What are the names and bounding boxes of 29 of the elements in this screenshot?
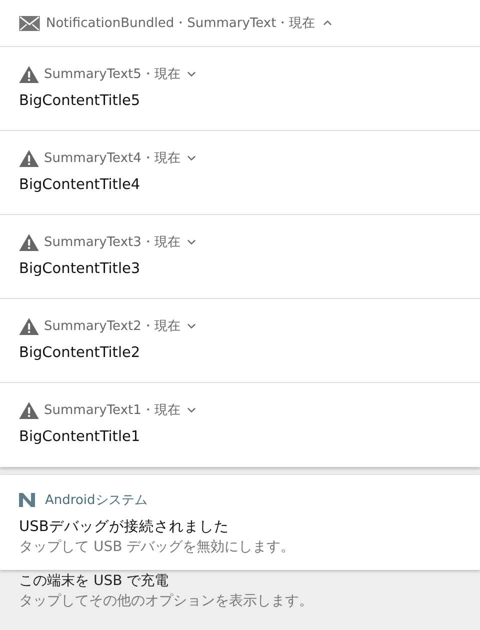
group-header: NotificationBundled・SummaryText・現在 — [46, 15, 316, 32]
app-name: Androidシステム — [45, 492, 148, 509]
notification-title: この端末を USB で充電 — [19, 572, 170, 590]
notification-summary: SummaryText5・現在 — [44, 66, 180, 83]
chevron-icon[interactable] — [323, 20, 332, 26]
notification-text: タップしてその他のオプションを表示します。 — [19, 592, 314, 610]
notification-title: BigContentTitle2 — [19, 345, 142, 361]
notification-title: BigContentTitle4 — [19, 177, 142, 193]
mail-icon — [19, 16, 40, 30]
notification-title: BigContentTitle5 — [19, 93, 142, 109]
warning-icon — [19, 150, 39, 166]
notification-title: USBデバッグが接続されました — [19, 518, 230, 536]
warning-icon — [19, 66, 39, 82]
warning-icon — [19, 402, 39, 418]
notification-summary: SummaryText4・現在 — [44, 150, 180, 167]
notification-title: BigContentTitle3 — [19, 261, 142, 277]
chevron-icon[interactable] — [187, 155, 196, 161]
android-n-icon — [19, 493, 35, 507]
warning-icon — [19, 318, 39, 334]
notification-text: タップして USB デバッグを無効にします。 — [19, 538, 296, 556]
chevron-icon[interactable] — [187, 71, 196, 77]
warning-icon — [19, 234, 39, 250]
notification-summary: SummaryText1・現在 — [44, 402, 180, 419]
notification-summary: SummaryText2・現在 — [44, 318, 180, 335]
notification-summary: SummaryText3・現在 — [44, 234, 180, 251]
notification-title: BigContentTitle1 — [19, 429, 142, 445]
chevron-icon[interactable] — [187, 239, 196, 245]
chevron-icon[interactable] — [187, 407, 196, 413]
chevron-icon[interactable] — [187, 323, 196, 329]
